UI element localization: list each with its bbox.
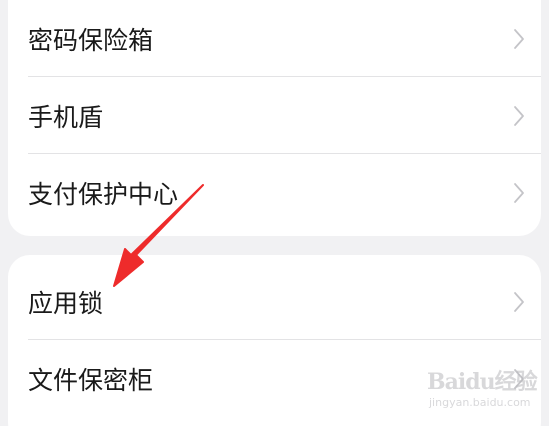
baidu-jingyan-watermark: Baidu经验 jingyan.baidu.com <box>425 362 538 414</box>
settings-item-payment-protection[interactable]: 支付保护中心 <box>8 154 541 231</box>
watermark-logo-text: Baidu经验 <box>427 369 538 395</box>
settings-page: 密码保险箱 手机盾 支付保护中心 应用锁 文件保密柜 Baidu经验 jingy… <box>0 0 549 426</box>
settings-item-label: 应用锁 <box>28 288 104 318</box>
settings-item-phone-shield[interactable]: 手机盾 <box>8 77 541 154</box>
security-settings-card: 密码保险箱 手机盾 支付保护中心 <box>8 0 541 236</box>
settings-item-label: 文件保密柜 <box>28 365 154 395</box>
settings-item-label: 密码保险箱 <box>28 25 154 55</box>
settings-item-label: 支付保护中心 <box>28 179 179 209</box>
watermark-site: jingyan.baidu.com <box>429 396 531 409</box>
settings-item-password-vault[interactable]: 密码保险箱 <box>8 0 541 77</box>
chevron-right-icon <box>514 291 524 312</box>
chevron-right-icon <box>514 182 524 203</box>
chevron-right-icon <box>514 28 524 49</box>
settings-item-app-lock[interactable]: 应用锁 <box>8 263 541 340</box>
settings-item-label: 手机盾 <box>28 102 104 132</box>
chevron-right-icon <box>514 105 524 126</box>
